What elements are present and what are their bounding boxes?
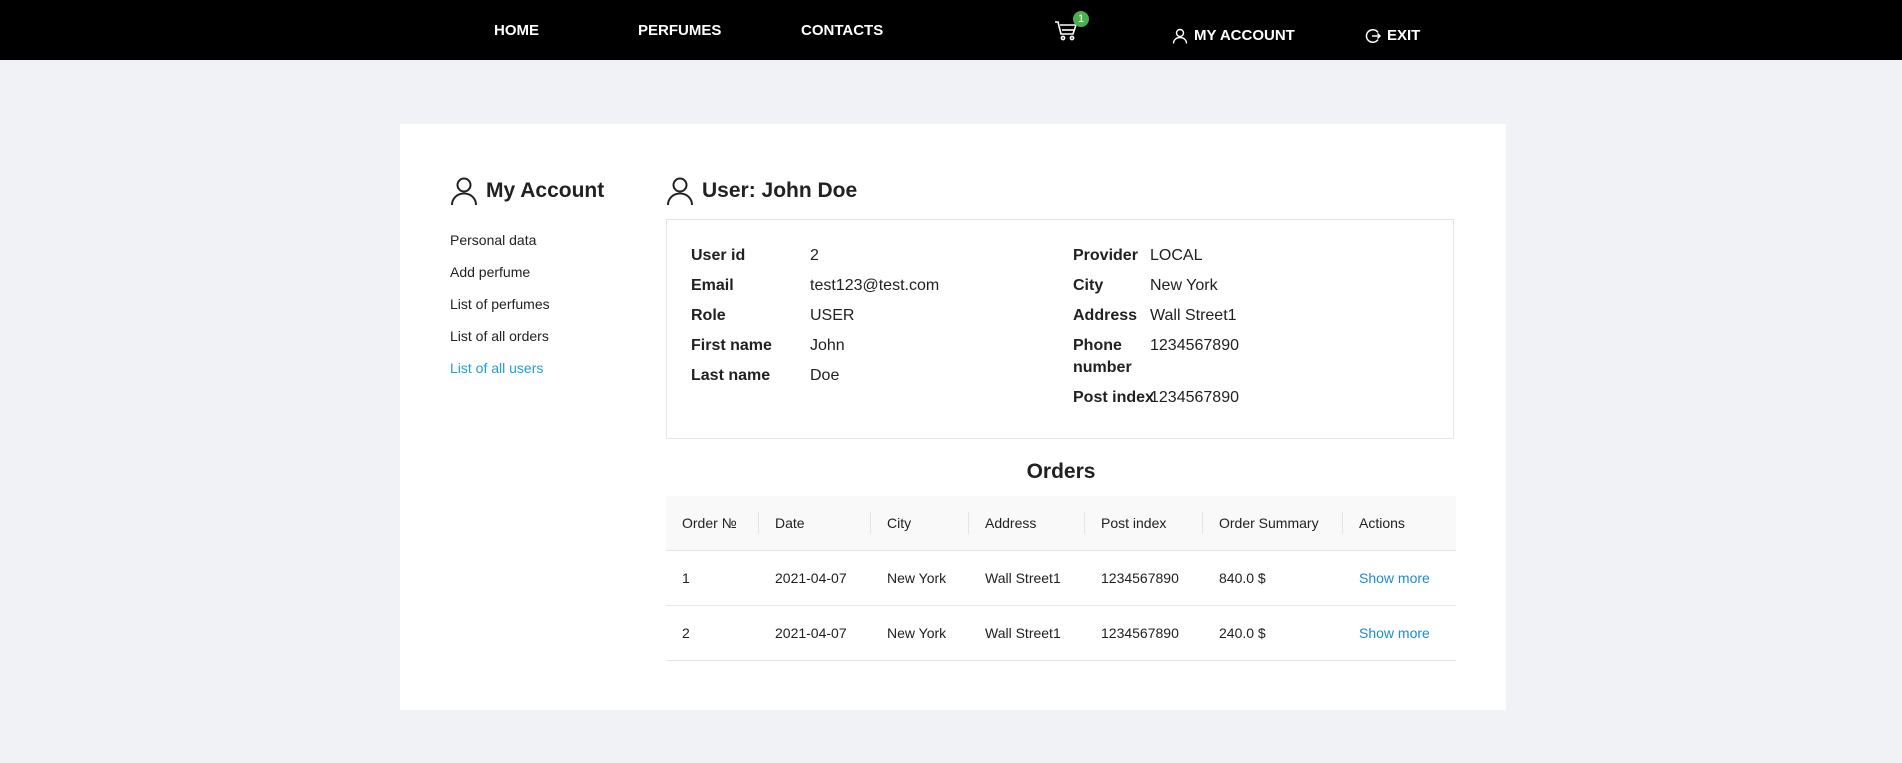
order-city-cell: New York <box>871 550 969 606</box>
email-value: test123@test.com <box>810 277 940 294</box>
order-id-cell: 1 <box>666 550 759 606</box>
sidebar-title: My Account <box>486 179 605 202</box>
order-actions-cell: Show more <box>1343 605 1456 661</box>
city-value: New York <box>1150 277 1218 294</box>
user-id-value: 2 <box>810 247 819 264</box>
column-header-post-index[interactable]: Post index <box>1085 496 1203 551</box>
order-summary-cell: 240.0 $ <box>1203 605 1343 661</box>
order-id-cell: 2 <box>666 605 759 661</box>
user-title: User: John Doe <box>702 179 858 202</box>
table-row: 2 2021-04-07 New York Wall Street1 12345… <box>666 605 1456 661</box>
cart-count-badge: 1 <box>1073 11 1089 27</box>
user-icon <box>450 176 478 206</box>
column-header-actions: Actions <box>1343 496 1456 551</box>
nav-my-account-label: MY ACCOUNT <box>1194 27 1295 44</box>
nav-exit-label: EXIT <box>1387 27 1421 44</box>
orders-title: Orders <box>1026 460 1096 483</box>
address-label: Address <box>1073 307 1138 324</box>
sidebar-header: My Account <box>450 176 604 206</box>
order-date-cell: 2021-04-07 <box>759 605 871 661</box>
column-header-order-summary[interactable]: Order Summary <box>1203 496 1343 551</box>
provider-label: Provider <box>1073 247 1138 264</box>
sidebar-item-list-of-all-orders[interactable]: List of all orders <box>450 327 550 359</box>
last-name-value: Doe <box>810 367 840 384</box>
account-card: My Account Personal data Add perfume Lis… <box>400 124 1506 710</box>
phone-label-line1: Phone <box>1073 337 1122 354</box>
role-value: USER <box>810 307 855 324</box>
sidebar-item-list-of-perfumes[interactable]: List of perfumes <box>450 295 550 327</box>
nav-exit-link[interactable]: EXIT <box>1365 27 1420 44</box>
user-icon <box>1172 28 1188 44</box>
order-post-index-cell: 1234567890 <box>1085 605 1203 661</box>
show-more-link[interactable]: Show more <box>1359 570 1430 586</box>
nav-contacts-link[interactable]: CONTACTS <box>801 22 883 39</box>
show-more-link[interactable]: Show more <box>1359 625 1430 641</box>
sidebar-item-personal-data[interactable]: Personal data <box>450 231 550 263</box>
nav-home-link[interactable]: HOME <box>494 22 539 39</box>
last-name-label: Last name <box>691 367 771 384</box>
column-header-city[interactable]: City <box>871 496 969 551</box>
orders-table: Order № Date City Address Post index Ord… <box>666 496 1456 661</box>
address-value: Wall Street1 <box>1150 307 1237 324</box>
order-city-cell: New York <box>871 605 969 661</box>
order-post-index-cell: 1234567890 <box>1085 550 1203 606</box>
top-navbar: HOME PERFUMES CONTACTS 1 MY ACCOUNT EXIT <box>0 0 1902 60</box>
user-icon <box>666 176 694 206</box>
sidebar-item-add-perfume[interactable]: Add perfume <box>450 263 550 295</box>
nav-perfumes-link[interactable]: PERFUMES <box>638 22 721 39</box>
order-summary-cell: 840.0 $ <box>1203 550 1343 606</box>
role-label: Role <box>691 307 726 324</box>
order-address-cell: Wall Street1 <box>969 605 1085 661</box>
user-header: User: John Doe <box>666 176 857 206</box>
first-name-label: First name <box>691 337 772 354</box>
column-header-order-number[interactable]: Order № <box>666 496 759 551</box>
logout-icon <box>1365 28 1382 44</box>
phone-value: 1234567890 <box>1150 337 1239 354</box>
phone-label-line2: number <box>1073 359 1132 376</box>
column-header-address[interactable]: Address <box>969 496 1085 551</box>
sidebar-menu: Personal data Add perfume List of perfum… <box>450 231 550 391</box>
city-label: City <box>1073 277 1104 294</box>
email-label: Email <box>691 277 734 294</box>
order-actions-cell: Show more <box>1343 550 1456 606</box>
post-index-label: Post index <box>1073 389 1154 406</box>
orders-header-row: Order № Date City Address Post index Ord… <box>666 496 1456 551</box>
user-info-box: User id 2 Email test123@test.com Role US… <box>666 219 1454 439</box>
order-date-cell: 2021-04-07 <box>759 550 871 606</box>
sidebar-item-list-of-all-users[interactable]: List of all users <box>450 359 550 391</box>
post-index-value: 1234567890 <box>1150 389 1239 406</box>
column-header-date[interactable]: Date <box>759 496 871 551</box>
table-row: 1 2021-04-07 New York Wall Street1 12345… <box>666 550 1456 606</box>
first-name-value: John <box>810 337 845 354</box>
user-id-label: User id <box>691 247 746 264</box>
order-address-cell: Wall Street1 <box>969 550 1085 606</box>
nav-my-account-link[interactable]: MY ACCOUNT <box>1172 27 1295 44</box>
provider-value: LOCAL <box>1150 247 1203 264</box>
